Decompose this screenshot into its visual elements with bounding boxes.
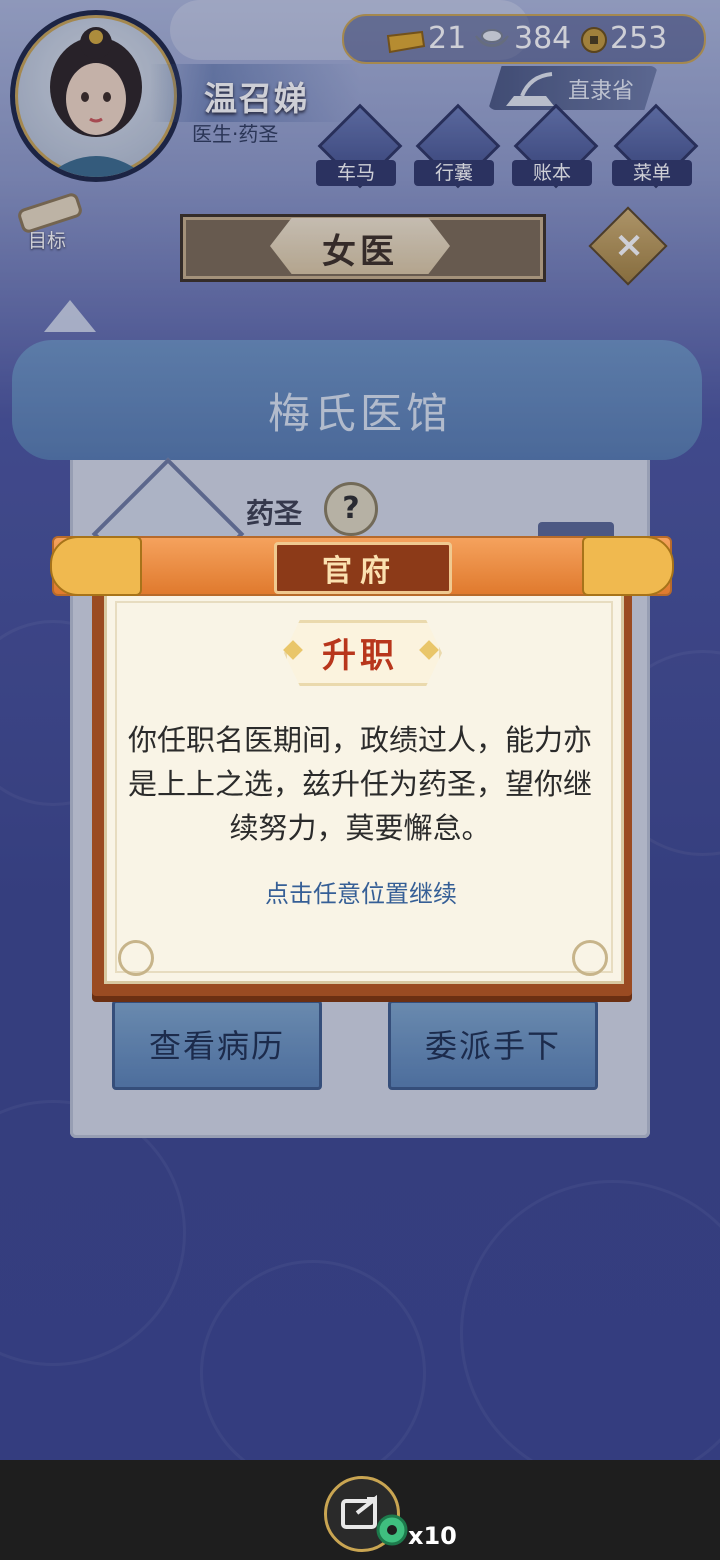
reward-count: x10	[408, 1522, 457, 1550]
dialog-banner-title: 官府	[322, 554, 398, 589]
jade-token-icon	[376, 1514, 408, 1546]
promotion-title: 升职	[322, 636, 398, 676]
banner-wing-left	[50, 536, 142, 596]
corner-ornament	[572, 940, 608, 976]
corner-ornament	[118, 940, 154, 976]
banner-wing-right	[582, 536, 674, 596]
tap-to-continue[interactable]: 点击任意位置继续	[104, 874, 618, 909]
dialog-message: 你任职名医期间，政绩过人，能力亦是上上之选，兹升任为药圣，望你继续努力，莫要懈怠…	[127, 723, 592, 845]
